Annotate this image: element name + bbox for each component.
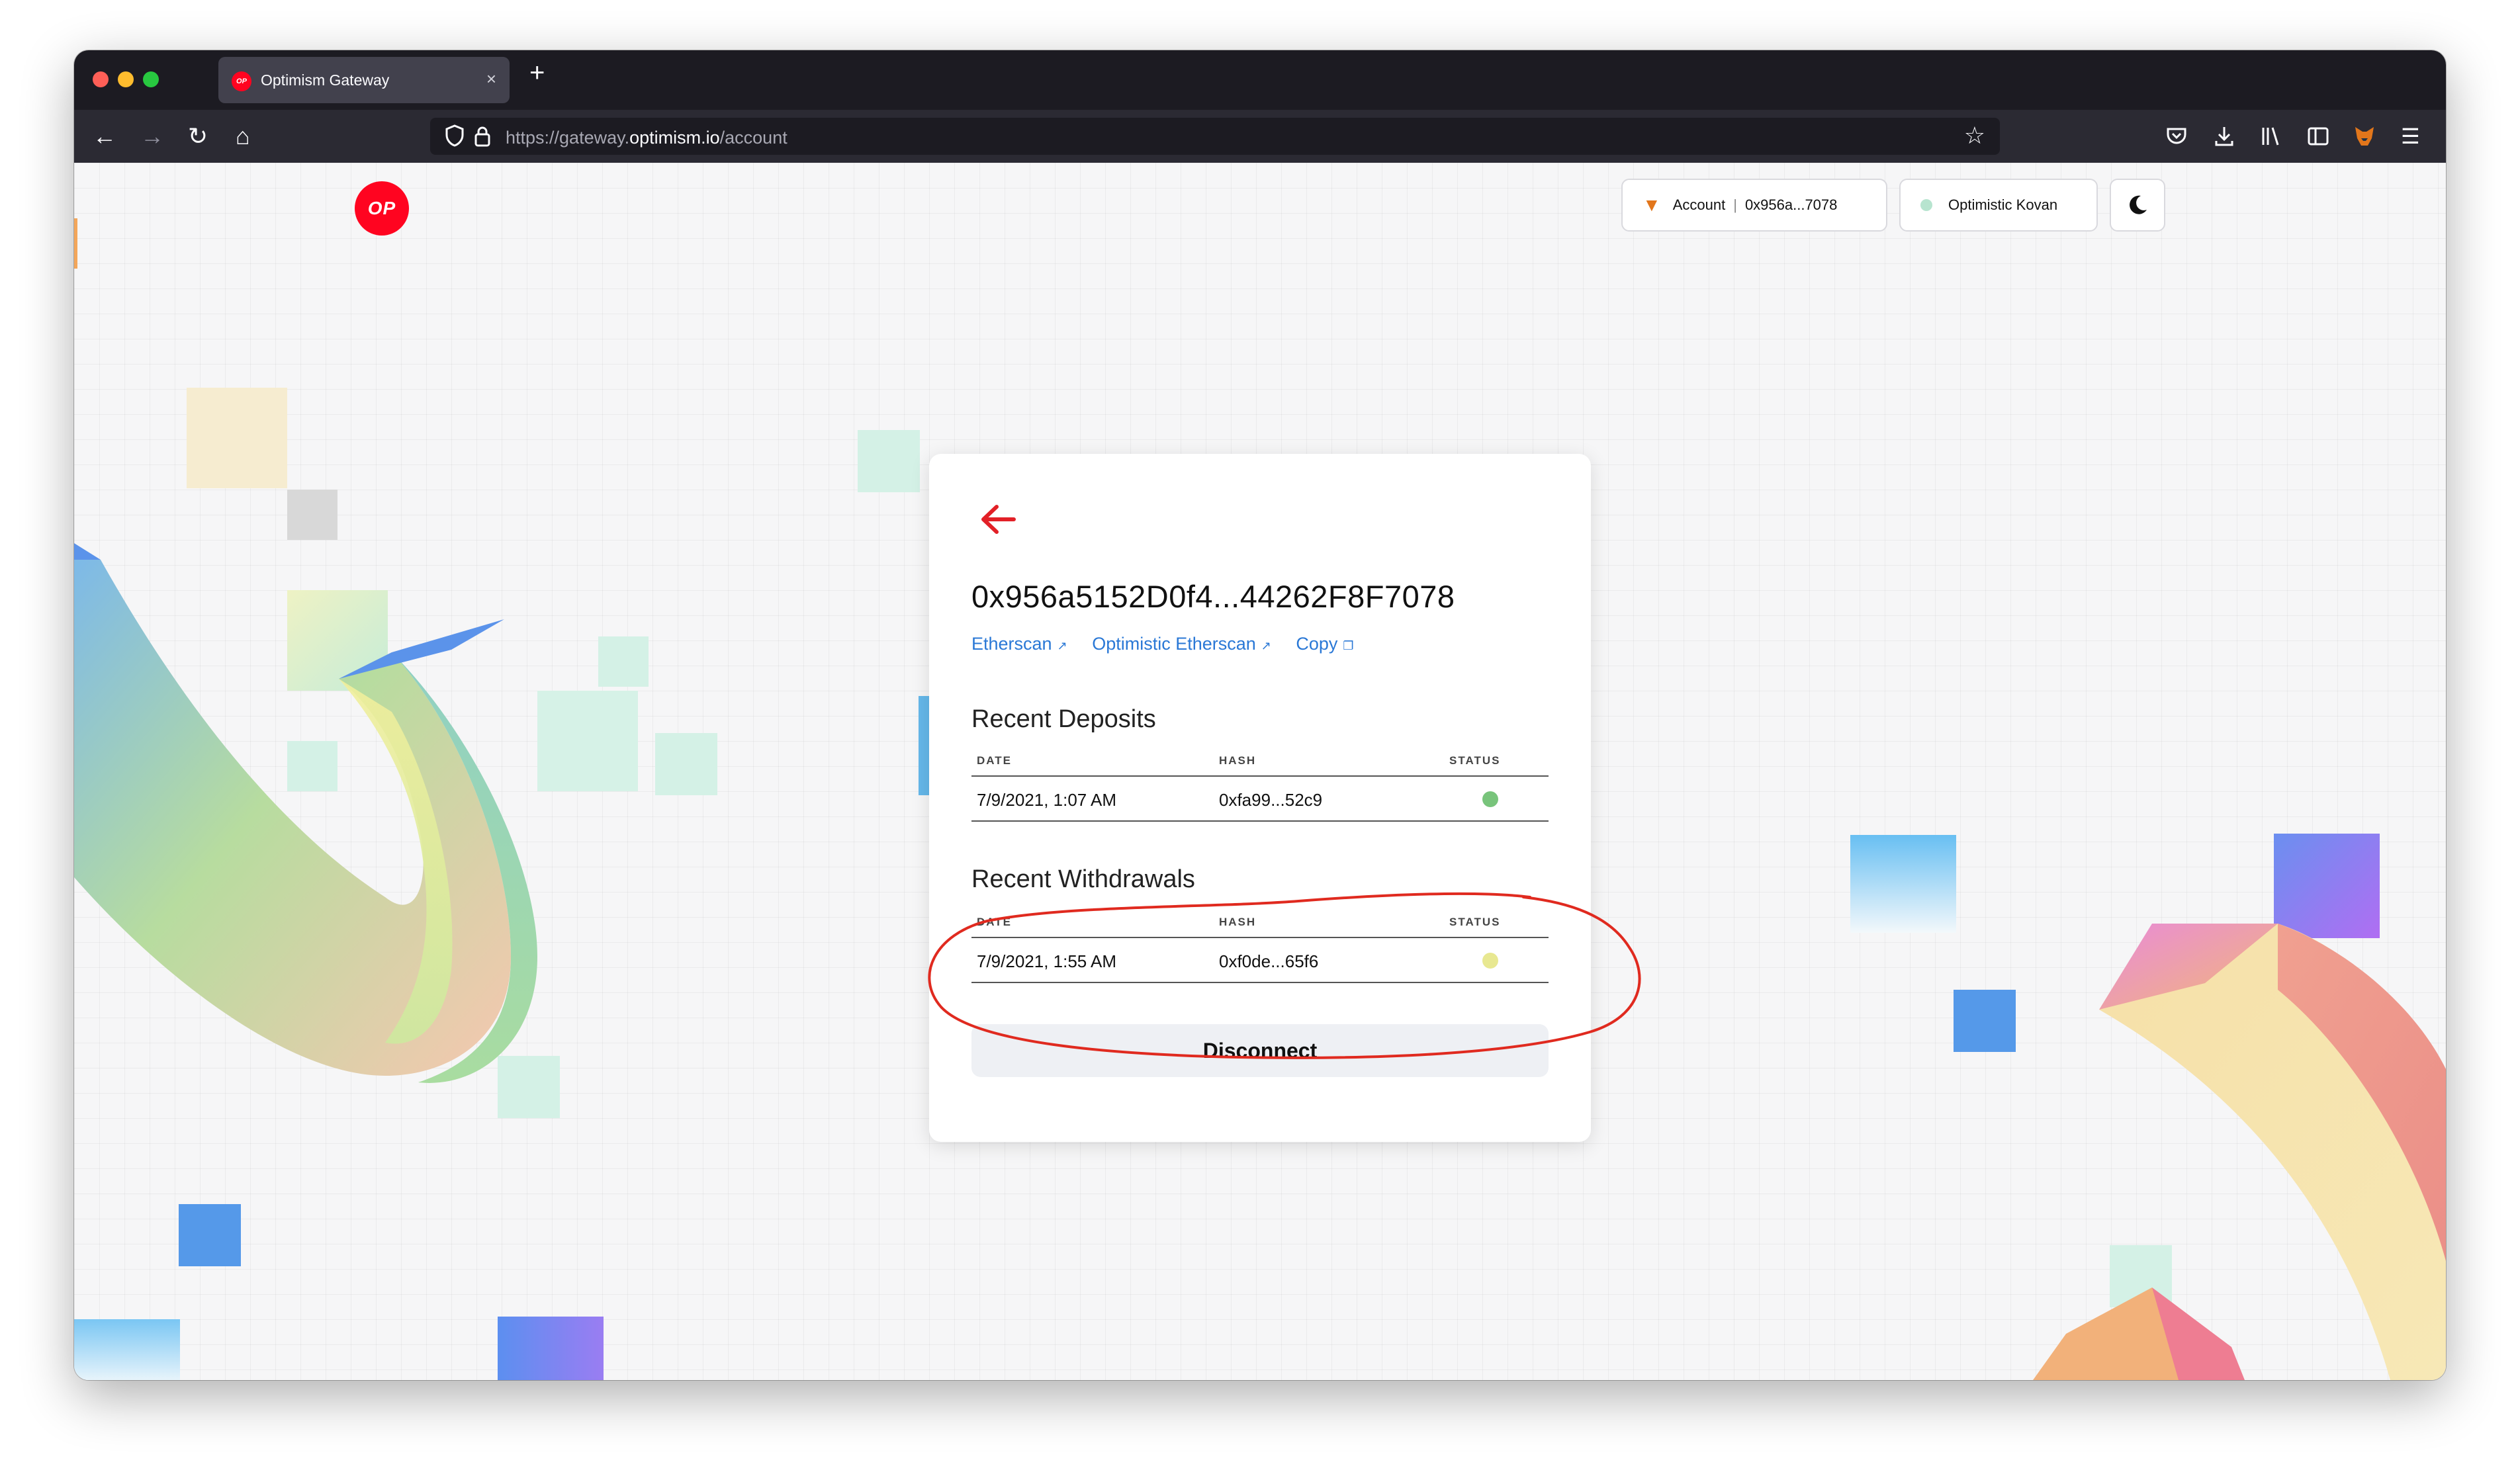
page-content: OP ▼ Account | 0x956a...7078 Optimistic … (74, 163, 2446, 1380)
tab-optimism-gateway[interactable]: OP Optimism Gateway × (218, 57, 510, 103)
column-header-date: DATE (977, 754, 1012, 767)
table-header: DATE HASH STATUS (971, 750, 1549, 777)
url-path: /account (719, 128, 788, 148)
account-address-short: 0x956a...7078 (1744, 196, 1838, 213)
browser-window: OP Optimism Gateway × + ← → ↻ ⌂ https://… (74, 50, 2446, 1380)
column-header-date: DATE (977, 916, 1012, 928)
withdrawal-status-dot (1482, 953, 1498, 969)
network-status-dot (1920, 199, 1932, 211)
withdrawal-hash[interactable]: 0xf0de...65f6 (1219, 951, 1318, 972)
account-separator: | (1733, 196, 1737, 213)
reload-icon[interactable]: ↻ (188, 122, 208, 151)
recent-deposits-title: Recent Deposits (971, 705, 1156, 733)
copy-address-link[interactable]: Copy ❐ (1296, 634, 1353, 654)
address-bar[interactable]: https://gateway.optimism.io/account ☆ (430, 118, 2000, 155)
url-scheme: https://gateway. (506, 128, 630, 148)
tab-title: Optimism Gateway (261, 71, 390, 89)
etherscan-link-label: Etherscan (971, 634, 1052, 654)
tab-bar: OP Optimism Gateway × + (74, 50, 2446, 110)
pocket-icon[interactable] (2165, 125, 2188, 148)
table-row[interactable]: 7/9/2021, 1:07 AM 0xfa99...52c9 (971, 777, 1549, 822)
recent-withdrawals-title: Recent Withdrawals (971, 865, 1195, 893)
metamask-extension-icon[interactable] (2353, 125, 2376, 148)
table-row[interactable]: 7/9/2021, 1:55 AM 0xf0de...65f6 (971, 938, 1549, 983)
external-link-icon: ↗ (1261, 639, 1271, 652)
account-button[interactable]: ▼ Account | 0x956a...7078 (1621, 179, 1887, 232)
theme-toggle-button[interactable] (2110, 179, 2165, 232)
optimistic-etherscan-link[interactable]: Optimistic Etherscan ↗ (1092, 634, 1271, 654)
library-icon[interactable] (2259, 125, 2282, 148)
table-header: DATE HASH STATUS (971, 912, 1549, 938)
tracking-shield-icon[interactable] (445, 124, 465, 147)
moon-icon (2130, 195, 2147, 214)
lock-icon[interactable] (474, 126, 491, 147)
account-address: 0x956a5152D0f4...44262F8F7078 (971, 579, 1455, 614)
optimism-logo[interactable]: OP (355, 181, 409, 236)
optimistic-etherscan-link-label: Optimistic Etherscan (1092, 634, 1256, 654)
zoom-window-button[interactable] (143, 71, 159, 87)
copy-icon: ❐ (1343, 639, 1354, 652)
column-header-hash: HASH (1219, 916, 1257, 928)
column-header-status: STATUS (1449, 916, 1501, 928)
withdrawal-date: 7/9/2021, 1:55 AM (977, 951, 1117, 971)
url-text[interactable]: https://gateway.optimism.io/account (506, 128, 788, 148)
home-icon[interactable]: ⌂ (236, 122, 250, 151)
bookmark-star-icon[interactable]: ☆ (1964, 122, 1985, 150)
close-window-button[interactable] (93, 71, 109, 87)
url-host: optimism.io (629, 128, 720, 148)
arrow-left-icon[interactable] (979, 500, 1016, 543)
recent-withdrawals-table: DATE HASH STATUS 7/9/2021, 1:55 AM 0xf0d… (971, 912, 1549, 983)
explorer-links: Etherscan ↗ Optimistic Etherscan ↗ Copy ❐ (971, 634, 1374, 654)
disconnect-button[interactable]: Disconnect (971, 1024, 1549, 1077)
etherscan-link[interactable]: Etherscan ↗ (971, 634, 1067, 654)
new-tab-button[interactable]: + (529, 58, 545, 88)
hamburger-menu-icon[interactable]: ☰ (2401, 122, 2420, 151)
network-button[interactable]: Optimistic Kovan (1899, 179, 2098, 232)
back-arrow-icon[interactable]: ← (93, 122, 116, 151)
account-label: Account (1672, 196, 1726, 213)
column-header-status: STATUS (1449, 754, 1501, 767)
account-card: 0x956a5152D0f4...44262F8F7078 Etherscan ↗… (929, 454, 1591, 1142)
tab-close-icon[interactable]: × (486, 69, 496, 89)
navigation-toolbar: ← → ↻ ⌂ https://gateway.optimism.io/acco… (74, 110, 2446, 163)
deposit-date: 7/9/2021, 1:07 AM (977, 790, 1117, 810)
copy-link-label: Copy (1296, 634, 1338, 654)
forward-arrow-icon[interactable]: → (140, 122, 164, 151)
sidebar-icon[interactable] (2307, 125, 2329, 148)
deposit-status-dot (1482, 791, 1498, 807)
recent-deposits-table: DATE HASH STATUS 7/9/2021, 1:07 AM 0xfa9… (971, 750, 1549, 822)
op-favicon-icon: OP (232, 71, 251, 91)
minimize-window-button[interactable] (118, 71, 134, 87)
metamask-fox-icon: ▼ (1642, 195, 1661, 215)
column-header-hash: HASH (1219, 754, 1257, 767)
download-icon[interactable] (2213, 125, 2235, 148)
deposit-hash[interactable]: 0xfa99...52c9 (1219, 790, 1322, 810)
network-name: Optimistic Kovan (1948, 196, 2058, 213)
external-link-icon: ↗ (1057, 639, 1067, 652)
